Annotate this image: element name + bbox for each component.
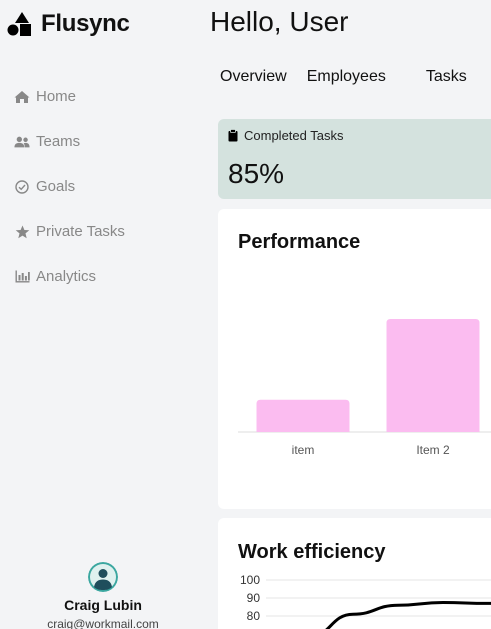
sidebar-nav: Home Teams Goals Private Tasks Analytics	[14, 74, 125, 299]
sidebar-item-label: Private Tasks	[36, 223, 125, 240]
clipboard-icon	[228, 129, 238, 142]
work-efficiency-card: Work efficiency 100 90 80	[218, 518, 491, 629]
tab-bar: Overview Employees Tasks	[220, 68, 467, 86]
x-tick-label: Item 2	[416, 443, 450, 457]
y-tick-label: 100	[240, 573, 260, 587]
y-tick-label: 80	[247, 609, 261, 623]
sidebar-item-home[interactable]: Home	[14, 74, 125, 119]
sidebar-item-private-tasks[interactable]: Private Tasks	[14, 209, 125, 254]
performance-card: Performance item Item 2	[218, 209, 491, 509]
profile-name: Craig Lubin	[64, 597, 142, 613]
main-content: Hello, User Overview Employees Tasks Com…	[206, 0, 491, 629]
sidebar-item-label: Home	[36, 88, 77, 105]
x-tick-label: item	[292, 443, 315, 457]
sidebar: Flusync Home Teams Goals Private Tasks A…	[0, 0, 206, 629]
stat-label: Completed Tasks	[228, 128, 343, 143]
check-circle-icon	[14, 179, 30, 195]
performance-chart: item Item 2	[238, 319, 491, 457]
users-icon	[14, 134, 30, 150]
sidebar-item-teams[interactable]: Teams	[14, 119, 125, 164]
sidebar-item-goals[interactable]: Goals	[14, 164, 125, 209]
y-tick-label: 90	[247, 591, 261, 605]
stat-label-text: Completed Tasks	[244, 128, 344, 143]
brand[interactable]: Flusync	[7, 10, 130, 38]
sidebar-item-label: Analytics	[36, 268, 97, 285]
profile-email: craig@workmail.com	[47, 617, 159, 629]
star-icon	[14, 224, 30, 240]
shapes-logo-icon	[7, 11, 33, 37]
sidebar-item-label: Goals	[36, 178, 76, 195]
tab-tasks[interactable]: Tasks	[426, 68, 467, 86]
bar-chart-icon	[14, 269, 30, 285]
chart-bar[interactable]	[386, 319, 480, 432]
home-icon	[14, 89, 30, 105]
work-efficiency-chart: 100 90 80	[240, 573, 491, 629]
page-title: Hello, User	[210, 6, 349, 37]
tab-employees[interactable]: Employees	[307, 68, 386, 86]
stat-value: 85%	[228, 158, 285, 189]
tab-overview[interactable]: Overview	[220, 68, 287, 86]
chart-bar[interactable]	[256, 399, 350, 432]
completed-tasks-card: Completed Tasks 85%	[218, 119, 491, 199]
user-profile[interactable]: Craig Lubin craig@workmail.com	[0, 562, 206, 629]
sidebar-item-analytics[interactable]: Analytics	[14, 254, 125, 299]
sidebar-item-label: Teams	[36, 133, 81, 150]
avatar	[88, 562, 118, 592]
brand-name: Flusync	[41, 10, 130, 37]
